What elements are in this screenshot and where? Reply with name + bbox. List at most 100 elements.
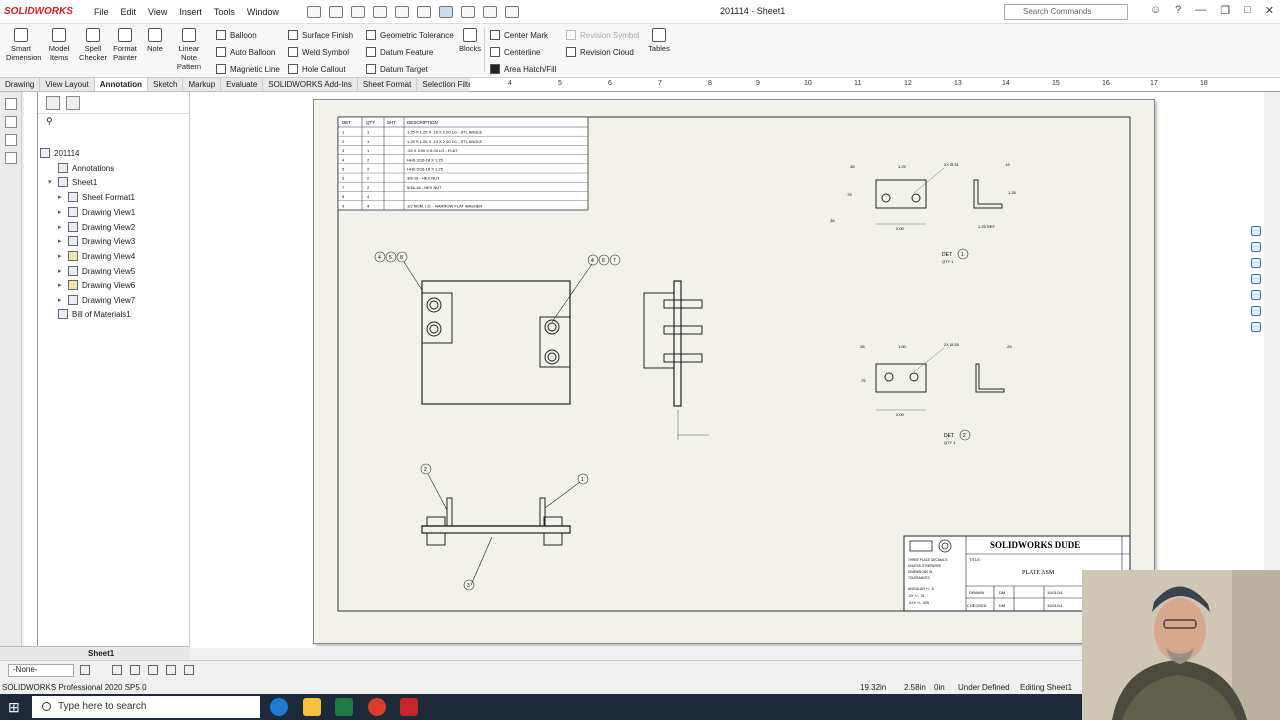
design-library-icon[interactable] [1251, 242, 1261, 252]
tree-item-drawing-view2[interactable]: ▸ Drawing View2 [58, 222, 135, 232]
edge-browser-icon[interactable] [270, 698, 288, 716]
excel-icon[interactable] [335, 698, 353, 716]
auto-balloon-button[interactable]: Auto Balloon [216, 45, 275, 59]
print-icon[interactable] [394, 5, 409, 18]
tab-evaluate[interactable]: Evaluate [221, 78, 264, 91]
revision-cloud-button[interactable]: Revision Cloud [566, 45, 634, 59]
line-tool-icon[interactable] [4, 116, 17, 128]
tab-markup[interactable]: Markup [183, 78, 222, 91]
center-mark-button[interactable]: Center Mark [490, 28, 548, 42]
magnetic-line-button[interactable]: Magnetic Line [216, 62, 280, 76]
options-gear-icon[interactable] [504, 5, 519, 18]
geometric-tolerance-button[interactable]: Geometric Tolerance [366, 28, 454, 42]
note-button[interactable]: Note [140, 28, 170, 53]
model-items-button[interactable]: Model Items [44, 28, 74, 62]
property-manager-tab-icon[interactable] [66, 96, 80, 110]
datum-target-button[interactable]: Datum Target [366, 62, 428, 76]
tree-item-annotations[interactable]: Annotations [48, 163, 114, 173]
graphics-area[interactable]: DET QTY SHT DESCRIPTION 1 1 1.25 X 1.25 X … [190, 92, 1264, 648]
select-icon[interactable] [438, 5, 453, 18]
menu-file[interactable]: File [88, 7, 115, 17]
detail-view-1[interactable]: .38 1.25 2X Ø.31 2.00 .19 1.25 .75 .38 1… [829, 162, 1017, 264]
tree-item-drawing-view6[interactable]: ▸ Drawing View6 [58, 280, 135, 290]
balloon-button[interactable]: Balloon [216, 28, 257, 42]
tree-item-drawing-view4[interactable]: ▸ Drawing View4 [58, 251, 135, 261]
menu-view[interactable]: View [142, 7, 173, 17]
menu-insert[interactable]: Insert [173, 7, 208, 17]
drawing-view-side[interactable] [643, 280, 709, 440]
line-style-icon[interactable] [148, 665, 158, 675]
drawing-view-front[interactable]: 4 5 8 4 6 7 [374, 251, 621, 405]
drawing-view-top[interactable]: 2 1 3 [420, 463, 589, 591]
tab-sketch[interactable]: Sketch [148, 78, 184, 91]
tab-view-layout[interactable]: View Layout [40, 78, 95, 91]
bill-of-materials-table[interactable]: DET QTY SHT DESCRIPTION 1 1 1.25 X 1.25 X … [337, 116, 589, 211]
tables-button[interactable]: Tables [644, 28, 674, 53]
spell-checker-button[interactable]: Spell Checker [78, 28, 108, 62]
drawing-sheet[interactable]: DET QTY SHT DESCRIPTION 1 1 1.25 X 1.25 X … [313, 99, 1155, 644]
surface-finish-button[interactable]: Surface Finish [288, 28, 353, 42]
user-icon[interactable]: ☺ [1150, 4, 1161, 17]
file-properties-icon[interactable] [482, 5, 497, 18]
rectangle-tool-icon[interactable] [4, 134, 17, 146]
area-hatch-button[interactable]: Area Hatch/Fill [490, 62, 556, 76]
weld-symbol-button[interactable]: Weld Symbol [288, 45, 349, 59]
tab-sheet-format[interactable]: Sheet Format [358, 78, 418, 91]
format-painter-button[interactable]: Format Painter [110, 28, 140, 62]
file-explorer-icon[interactable] [1251, 258, 1261, 268]
sketch-tool-icon[interactable] [4, 98, 17, 110]
smart-dimension-button[interactable]: Smart Dimension [6, 28, 41, 62]
filter-icon[interactable]: ⚲ [38, 114, 189, 128]
file-explorer-icon[interactable] [303, 698, 321, 716]
line-thickness-icon[interactable] [130, 665, 140, 675]
windows-start-icon[interactable]: ⊞ [8, 699, 24, 715]
datum-feature-button[interactable]: Datum Feature [366, 45, 433, 59]
save-icon[interactable] [372, 5, 387, 18]
appearances-icon[interactable] [1251, 290, 1261, 300]
hide-edge-icon[interactable] [166, 665, 176, 675]
feature-manager-tab-icon[interactable] [46, 96, 60, 110]
detail-view-2[interactable]: .38 1.00 2X Ø.28 2.00 .25 .75 DET 2 QTY … [859, 342, 1012, 445]
tree-item-sheet-format1[interactable]: ▸ Sheet Format1 [58, 192, 135, 202]
tree-item-drawing-view7[interactable]: ▸ Drawing View7 [58, 295, 135, 305]
layer-properties-icon[interactable] [80, 665, 90, 675]
restore-icon[interactable]: ❐ [1220, 4, 1230, 17]
custom-properties-icon[interactable] [1251, 306, 1261, 316]
sheet-tab[interactable]: Sheet1 [88, 649, 114, 658]
view-palette-icon[interactable] [1251, 274, 1261, 284]
close-icon[interactable]: ✕ [1265, 4, 1274, 17]
open-icon[interactable] [350, 5, 365, 18]
tab-solidworks-add-ins[interactable]: SOLIDWORKS Add-Ins [263, 78, 358, 91]
tree-item-bill-of-materials1[interactable]: Bill of Materials1 [48, 309, 131, 319]
taskbar-search-input[interactable]: Type here to search [32, 696, 260, 718]
blocks-button[interactable]: Blocks [456, 28, 484, 53]
hole-callout-button[interactable]: Hole Callout [288, 62, 346, 76]
circle-tool-icon[interactable] [4, 152, 17, 164]
line-color-icon[interactable] [112, 665, 122, 675]
tree-item-drawing-view3[interactable]: ▸ Drawing View3 [58, 236, 135, 246]
linear-note-pattern-button[interactable]: Linear Note Pattern [170, 28, 208, 71]
home-icon[interactable] [306, 5, 321, 18]
menu-tools[interactable]: Tools [208, 7, 241, 17]
tree-root[interactable]: 201114 [40, 148, 80, 158]
tree-item-drawing-view5[interactable]: ▸ Drawing View5 [58, 266, 135, 276]
tree-item-sheet1[interactable]: ▾ Sheet1 [48, 177, 97, 187]
solidworks-taskbar-icon[interactable] [400, 698, 418, 716]
menu-window[interactable]: Window [241, 7, 285, 17]
solidworks-resources-icon[interactable] [1251, 226, 1261, 236]
tab-annotation[interactable]: Annotation [94, 78, 148, 91]
tree-item-drawing-view1[interactable]: ▸ Drawing View1 [58, 207, 135, 217]
color-display-icon[interactable] [184, 665, 194, 675]
chrome-icon[interactable] [368, 698, 386, 716]
solidworks-logo[interactable]: SOLIDWORKS [0, 0, 78, 24]
search-commands-input[interactable]: Search Commands [1004, 4, 1128, 20]
tab-drawing[interactable]: Drawing [0, 78, 41, 91]
rebuild-icon[interactable] [460, 5, 475, 18]
forum-icon[interactable] [1251, 322, 1261, 332]
revision-symbol-button[interactable]: Revision Symbol [566, 28, 640, 42]
help-icon[interactable]: ? [1175, 4, 1181, 17]
layer-select[interactable]: -None- [8, 664, 74, 677]
maximize-icon[interactable]: □ [1244, 4, 1251, 17]
centerline-button[interactable]: Centerline [490, 45, 540, 59]
new-document-icon[interactable] [328, 5, 343, 18]
